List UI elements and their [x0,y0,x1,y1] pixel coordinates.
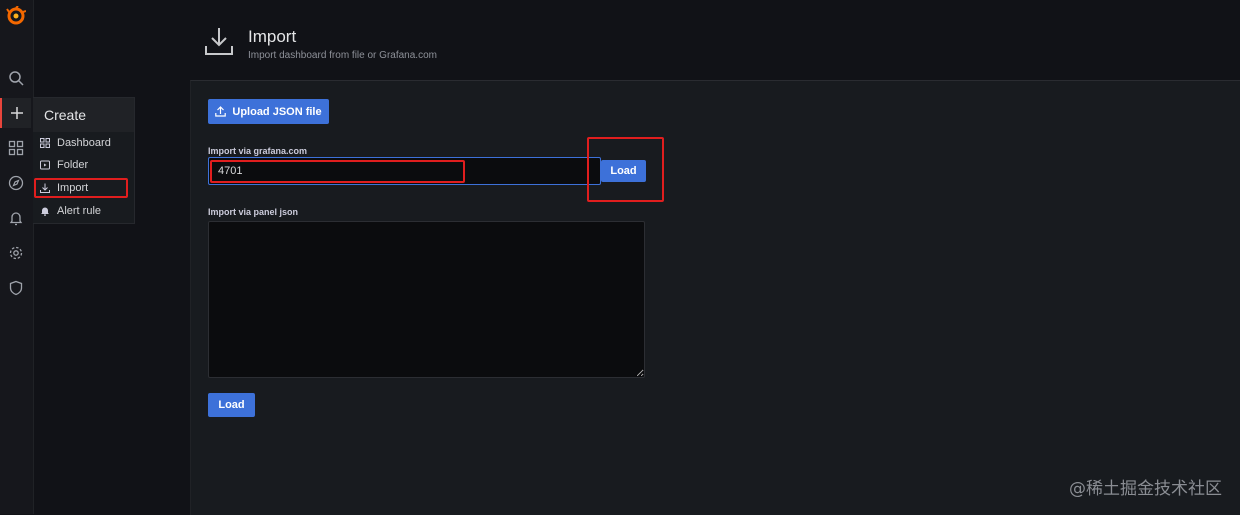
upload-icon [215,106,227,117]
sidebar [0,0,34,514]
bell-icon[interactable] [0,203,31,233]
load-json-button[interactable]: Load [208,393,255,417]
create-menu-header[interactable]: Create [33,98,134,132]
watermark: @稀土掘金技术社区 [1069,479,1222,499]
menu-item-label: Alert rule [57,205,102,217]
plus-icon[interactable] [0,98,31,128]
create-menu: Create Dashboard Folder Import Alert rul… [33,97,135,224]
page-header: Import Import dashboard from file or Gra… [190,0,1240,80]
menu-item-dashboard[interactable]: Dashboard [33,133,133,153]
apps-icon [40,138,50,148]
folder-icon [40,160,50,170]
import-icon [204,26,234,56]
grafana-logo-icon[interactable] [0,3,31,29]
dashboards-icon[interactable] [0,133,31,163]
panel-json-textarea[interactable] [208,221,645,378]
search-icon[interactable] [0,63,31,93]
menu-item-label: Folder [57,159,89,171]
panel-json-label: Import via panel json [208,207,299,217]
explore-icon[interactable] [0,168,31,198]
menu-item-label: Dashboard [57,137,111,149]
bell-icon [40,206,50,216]
page-subtitle: Import dashboard from file or Grafana.co… [248,50,437,61]
upload-json-label: Upload JSON file [232,105,322,118]
load-grafana-button[interactable]: Load [601,160,646,182]
grafana-import-label: Import via grafana.com [208,146,308,156]
shield-icon[interactable] [0,273,31,303]
menu-item-import[interactable]: Import [33,178,133,198]
page-title: Import [248,27,297,46]
grafana-id-input[interactable] [208,157,601,185]
import-panel: Upload JSON file Import via grafana.com … [190,80,1240,515]
menu-item-folder[interactable]: Folder [33,155,133,175]
gear-icon[interactable] [0,238,31,268]
menu-item-label: Import [57,182,89,194]
menu-item-alert-rule[interactable]: Alert rule [33,201,133,221]
upload-json-button[interactable]: Upload JSON file [208,99,329,124]
import-icon [40,183,50,193]
